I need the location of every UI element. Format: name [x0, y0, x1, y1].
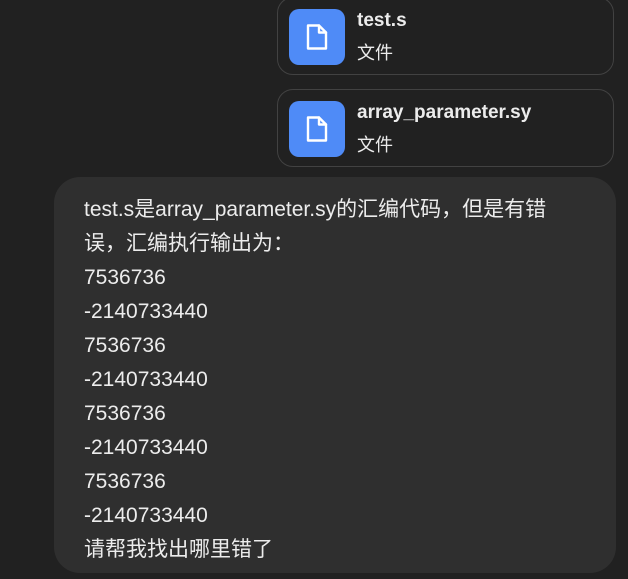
user-message-bubble: test.s是array_parameter.sy的汇编代码，但是有错 误，汇编… — [54, 177, 616, 573]
message-line: 误，汇编执行输出为： — [84, 232, 294, 255]
file-icon — [289, 101, 345, 157]
message-line: 7536736 — [84, 470, 166, 493]
attachment-file-type: 文件 — [357, 43, 393, 63]
message-line: 7536736 — [84, 334, 166, 357]
attachment-file-type: 文件 — [357, 135, 393, 155]
chat-area: test.s 文件 array_parameter.sy 文件 test.s是a… — [0, 0, 628, 579]
file-icon — [289, 9, 345, 65]
message-line: 7536736 — [84, 266, 166, 289]
message-line: 7536736 — [84, 402, 166, 425]
message-line: -2140733440 — [84, 504, 208, 527]
attachment-card-array-parameter-sy[interactable]: array_parameter.sy 文件 — [277, 89, 614, 167]
message-line: -2140733440 — [84, 368, 208, 391]
message-line: test.s是array_parameter.sy的汇编代码，但是有错 — [84, 198, 547, 221]
message-line: -2140733440 — [84, 436, 208, 459]
attachment-file-name: array_parameter.sy — [357, 102, 532, 123]
message-line: 请帮我找出哪里错了 — [84, 538, 273, 561]
attachment-file-name: test.s — [357, 10, 407, 31]
attachment-card-test-s[interactable]: test.s 文件 — [277, 0, 614, 75]
message-line: -2140733440 — [84, 300, 208, 323]
